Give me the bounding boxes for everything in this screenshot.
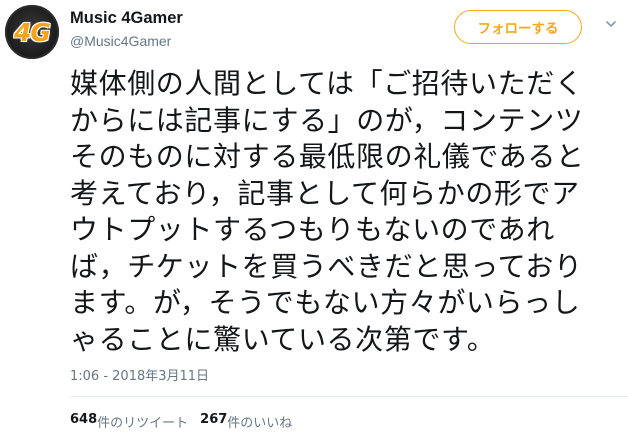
- tweet-line: ウトプットするつもりもないのであれ: [70, 213, 555, 246]
- likes-label: 件のいいね: [227, 416, 293, 431]
- retweets-count: 648: [70, 412, 98, 427]
- tweet-line: 考えており，記事として何らかの形でア: [70, 176, 580, 210]
- tweet-line: ます。が，そうでもない方々がいらっし: [70, 286, 581, 319]
- tweet-line: ば，チケットを買うべきだと思っており: [70, 249, 583, 283]
- tweet-line: からには記事にする」のが，コンテンツ: [70, 103, 584, 137]
- likes-count: 267: [200, 412, 228, 427]
- tweet-stats: 648 件のリツイート 267 件のいいね: [70, 412, 292, 431]
- tweet-card: 4G Music 4Gamer @Music4Gamer フォローする 媒体側の…: [0, 0, 628, 436]
- chevron-down-icon[interactable]: [606, 19, 616, 29]
- display-name[interactable]: Music 4Gamer: [70, 9, 183, 28]
- tweet-timestamp[interactable]: 1:06 - 2018年3月11日: [70, 365, 209, 384]
- avatar[interactable]: 4G: [5, 5, 59, 59]
- retweets-stat[interactable]: 648 件のリツイート: [70, 412, 188, 431]
- avatar-logo-text: 4G: [14, 17, 51, 47]
- divider: [70, 396, 628, 397]
- tweet-line: ゃることに驚いている次第です。: [70, 322, 496, 356]
- retweets-label: 件のリツイート: [97, 416, 189, 431]
- user-handle[interactable]: @Music4Gamer: [70, 33, 171, 49]
- follow-button[interactable]: フォローする: [454, 10, 582, 44]
- tweet-line: そのものに対する最低限の礼儀であると: [70, 140, 585, 173]
- tweet-line: 媒体側の人間としては「ご招待いただく: [70, 67, 584, 100]
- likes-stat[interactable]: 267 件のいいね: [200, 412, 292, 431]
- tweet-text: 媒体側の人間としては「ご招待いただく からには記事にする」のが，コンテンツ その…: [70, 66, 626, 358]
